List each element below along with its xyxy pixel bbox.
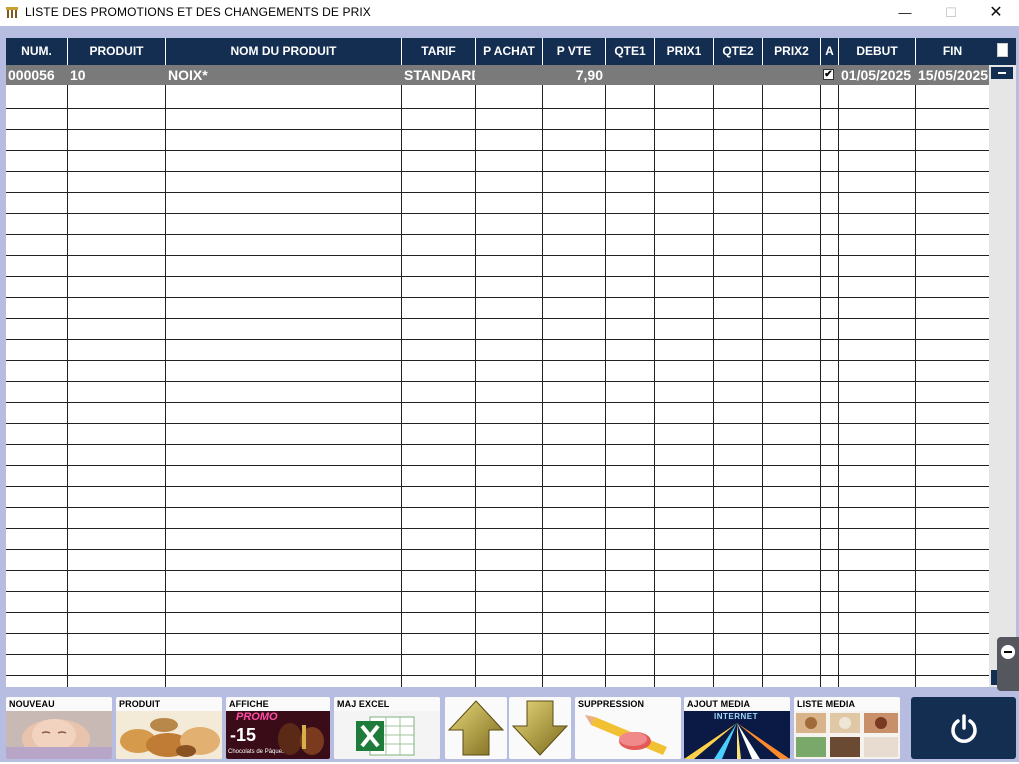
vertical-scrollbar[interactable] [989,38,1016,687]
column-separator [762,38,763,687]
liste-media-label: LISTE MEDIA [797,699,856,709]
chocolate-egg-icon [278,723,324,755]
minus-icon [998,72,1006,74]
liste-media-button[interactable]: LISTE MEDIA [794,697,900,759]
quit-button[interactable] [911,697,1016,759]
minimize-button[interactable]: — [882,0,928,26]
column-separator [475,38,476,687]
column-header-qte2[interactable]: QTE2 [714,38,763,65]
column-separator [67,38,68,687]
column-separator [542,38,543,687]
cell-fin[interactable]: 15/05/2025 [916,65,989,85]
suppression-label: SUPPRESSION [578,699,645,709]
grid-rows-background [6,38,989,687]
column-separator [915,38,916,687]
internet-tag: INTERNET [714,712,758,721]
produit-button[interactable]: PRODUIT [116,697,222,759]
column-header-p-vte[interactable]: P VTE [543,38,606,65]
affiche-button[interactable]: AFFICHE PROMO -15 Chocolats de Pâques [226,697,330,759]
column-separator [165,38,166,687]
produit-label: PRODUIT [119,699,161,709]
maj-excel-button[interactable]: MAJ EXCEL [334,697,440,759]
column-header-prix1[interactable]: PRIX1 [655,38,714,65]
cell-debut[interactable]: 01/05/2025 [839,65,915,85]
internet-media-image: INTERNET [684,711,790,759]
column-header-p-achat[interactable]: P ACHAT [476,38,543,65]
bread-photo-icon [116,711,222,759]
maj-excel-label: MAJ EXCEL [337,699,390,709]
cell-p-vte[interactable]: 7,90 [543,65,605,85]
window-title: LISTE DES PROMOTIONS ET DES CHANGEMENTS … [25,5,371,19]
column-separator [713,38,714,687]
arrow-up-icon [447,700,505,756]
title-bar: LISTE DES PROMOTIONS ET DES CHANGEMENTS … [0,0,1019,26]
column-header-a[interactable]: A [821,38,839,65]
nouveau-button[interactable]: NOUVEAU [6,697,112,759]
side-panel-tab[interactable] [997,637,1019,691]
eraser-pencil-icon [575,711,681,759]
cell-produit[interactable]: 10 [68,65,165,85]
column-header-debut[interactable]: DEBUT [839,38,916,65]
arrow-down-icon [511,700,569,756]
baby-photo-icon [6,711,112,759]
cell-tarif[interactable]: STANDARD [402,65,475,85]
column-separator [605,38,606,687]
column-header-produit[interactable]: PRODUIT [68,38,166,65]
promotions-grid[interactable]: NUM. PRODUIT NOM DU PRODUIT TARIF P ACHA… [6,38,989,687]
cell-num[interactable]: 000056 [6,65,67,85]
column-separator [838,38,839,687]
affiche-label: AFFICHE [229,699,269,709]
column-separator [654,38,655,687]
move-down-button[interactable] [509,697,571,759]
close-button[interactable]: ✕ [973,0,1019,26]
column-header-prix2[interactable]: PRIX2 [763,38,821,65]
move-up-button[interactable] [445,697,507,759]
maximize-button[interactable]: ☐ [928,0,974,26]
promo-poster-image: PROMO -15 Chocolats de Pâques [226,711,330,759]
column-settings-button[interactable] [989,38,1016,65]
column-header-nom-du-produit[interactable]: NOM DU PRODUIT [166,38,402,65]
cell-prix1[interactable] [655,65,713,85]
excel-icon [334,711,440,759]
affiche-percent: -15 [230,725,257,745]
pastries-photo-icon [794,711,900,759]
cell-qte2[interactable] [714,65,762,85]
column-header-tarif[interactable]: TARIF [402,38,476,65]
column-separator [401,38,402,687]
ajout-media-button[interactable]: AJOUT MEDIA INTERNET [684,697,790,759]
cell-qte1[interactable] [606,65,654,85]
cell-nom-du-produit[interactable]: NOIX* [166,65,401,85]
document-icon [997,43,1008,57]
suppression-button[interactable]: SUPPRESSION [575,697,681,759]
cell-p-achat[interactable] [476,65,542,85]
scrollbar-thumb[interactable] [991,67,1013,79]
column-separator [820,38,821,687]
app-window-icon [6,7,18,18]
column-header-fin[interactable]: FIN [916,38,989,65]
column-header-num[interactable]: NUM. [6,38,68,65]
ajout-media-label: AJOUT MEDIA [687,699,751,709]
cell-prix2[interactable] [763,65,820,85]
column-header-qte1[interactable]: QTE1 [606,38,655,65]
power-icon [951,714,977,743]
nouveau-label: NOUVEAU [9,699,55,709]
collapse-icon [1001,645,1015,659]
active-checkbox[interactable]: ✔ [823,69,834,80]
